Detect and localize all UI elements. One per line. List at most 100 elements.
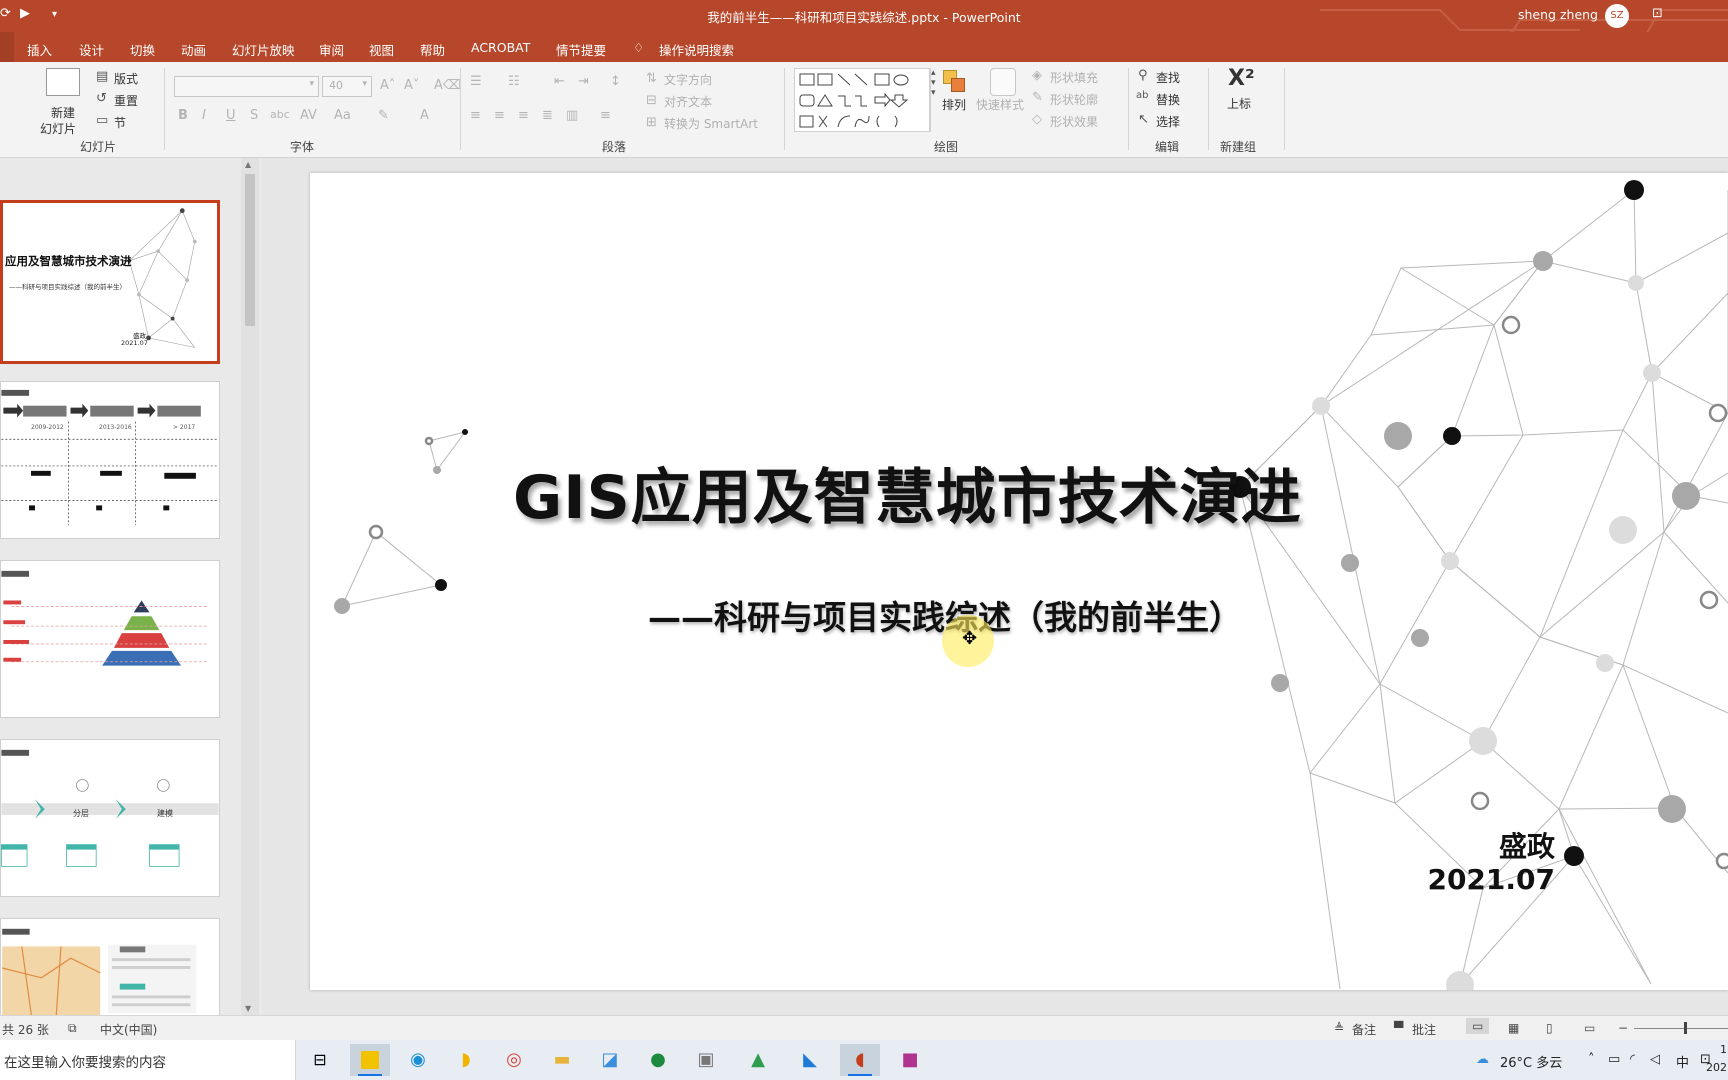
- file-explorer-icon[interactable]: ▬: [542, 1044, 582, 1076]
- thumbnail-scrollbar[interactable]: ▲ ▼: [241, 158, 259, 1015]
- slide-canvas[interactable]: GIS应用及智慧城市技术演进 ——科研与项目实践综述（我的前半生） 盛政 202…: [310, 173, 1728, 990]
- new-slide-label-1[interactable]: 新建: [51, 104, 75, 121]
- align-center-icon[interactable]: ≡: [494, 108, 505, 123]
- thumbnail-slide-2[interactable]: 2009-2012 2013-2016 > 2017: [0, 381, 220, 539]
- vscode-app-icon[interactable]: ◣: [790, 1044, 830, 1076]
- language-indicator[interactable]: 中文(中国): [100, 1021, 157, 1038]
- tab-file[interactable]: [0, 32, 14, 62]
- reading-view-icon[interactable]: ▯: [1546, 1021, 1553, 1035]
- align-left-icon[interactable]: ≡: [470, 108, 481, 123]
- character-spacing-icon[interactable]: AV: [300, 108, 317, 123]
- tab-view[interactable]: 视图: [369, 40, 394, 59]
- files-app-icon[interactable]: ◗: [446, 1044, 486, 1076]
- convert-smartart-button[interactable]: 转换为 SmartArt: [664, 115, 758, 132]
- justify-icon[interactable]: ≣: [542, 108, 553, 123]
- decrease-font-size-icon[interactable]: A˅: [404, 78, 419, 93]
- zoom-slider-knob[interactable]: [1684, 1022, 1687, 1034]
- shape-effects-button[interactable]: 形状效果: [1050, 113, 1098, 130]
- spell-check-icon[interactable]: ⧉: [68, 1021, 77, 1036]
- tab-acrobat[interactable]: ACROBAT: [471, 40, 530, 55]
- strikethrough-icon[interactable]: abc: [270, 108, 290, 121]
- arrange-icon[interactable]: [943, 70, 965, 92]
- shape-outline-button[interactable]: 形状轮廓: [1050, 91, 1098, 108]
- increase-indent-icon[interactable]: ⇥: [578, 74, 589, 89]
- volume-icon[interactable]: ◁: [1650, 1052, 1660, 1067]
- scrollbar-thumb[interactable]: [245, 174, 255, 326]
- new-slide-icon[interactable]: [46, 68, 80, 96]
- scroll-up-icon[interactable]: ▲: [245, 160, 251, 169]
- sticky-notes-app-icon[interactable]: [350, 1044, 390, 1076]
- superscript-icon[interactable]: X²: [1228, 66, 1255, 91]
- clear-formatting-icon[interactable]: A⌫: [434, 78, 461, 93]
- ime-indicator[interactable]: 中: [1676, 1052, 1689, 1071]
- task-view-icon[interactable]: ⊟: [300, 1044, 340, 1076]
- ribbon-display-options-icon[interactable]: ⊡: [1652, 6, 1663, 21]
- decrease-indent-icon[interactable]: ⇤: [554, 74, 565, 89]
- tray-overflow-icon[interactable]: ˄: [1588, 1052, 1595, 1067]
- slide-author[interactable]: 盛政: [1295, 825, 1555, 865]
- thumbnail-slide-4[interactable]: 分层 建模: [0, 739, 220, 897]
- line-spacing-icon[interactable]: ↕: [610, 74, 621, 89]
- find-button[interactable]: 查找: [1156, 69, 1180, 86]
- bullets-icon[interactable]: ☰: [470, 74, 482, 89]
- slide-date[interactable]: 2021.07: [1295, 863, 1555, 896]
- increase-font-size-icon[interactable]: A˄: [380, 78, 395, 93]
- align-right-icon[interactable]: ≡: [518, 108, 529, 123]
- replace-button[interactable]: 替换: [1156, 91, 1180, 108]
- tab-storyboard[interactable]: 情节提要: [556, 40, 606, 59]
- clock-time[interactable]: 1: [1720, 1043, 1727, 1056]
- shapes-gallery-scroll[interactable]: ▴ ▾ ▾: [930, 68, 942, 132]
- edge-app-icon[interactable]: ◉: [398, 1044, 438, 1076]
- clock-date[interactable]: 202: [1706, 1061, 1727, 1074]
- tab-help[interactable]: 帮助: [420, 40, 445, 59]
- user-avatar[interactable]: SZ: [1605, 4, 1629, 28]
- weather-status[interactable]: 26°C 多云: [1500, 1052, 1562, 1071]
- comments-button[interactable]: 批注: [1412, 1021, 1436, 1038]
- thumbnail-slide-5[interactable]: [0, 918, 220, 1018]
- numbering-icon[interactable]: ☷: [508, 74, 520, 89]
- shape-fill-button[interactable]: 形状填充: [1050, 69, 1098, 86]
- thumbnail-slide-3[interactable]: [0, 560, 220, 718]
- new-slide-label-2[interactable]: 幻灯片: [40, 120, 76, 137]
- zoom-out-icon[interactable]: −: [1618, 1021, 1628, 1035]
- font-family-combo[interactable]: ▾: [174, 76, 319, 97]
- change-case-icon[interactable]: Aa: [334, 108, 351, 123]
- highlight-icon[interactable]: ✎: [378, 108, 389, 123]
- paragraph-align-icon[interactable]: ≡: [600, 108, 611, 123]
- tab-insert[interactable]: 插入: [27, 40, 52, 59]
- tab-review[interactable]: 审阅: [319, 40, 344, 59]
- user-name[interactable]: sheng zheng: [1518, 7, 1598, 22]
- slideshow-icon[interactable]: ▭: [1584, 1021, 1595, 1035]
- tell-me-search[interactable]: 操作说明搜索: [659, 40, 734, 59]
- normal-view-icon[interactable]: ▭: [1466, 1018, 1490, 1034]
- rocket-app-icon[interactable]: ▲: [738, 1044, 778, 1076]
- italic-icon[interactable]: I: [202, 108, 206, 123]
- quick-styles-button[interactable]: 快速样式: [976, 96, 1024, 113]
- layout-button[interactable]: 版式: [114, 70, 138, 87]
- tab-animations[interactable]: 动画: [181, 40, 206, 59]
- bold-icon[interactable]: B: [178, 108, 188, 123]
- image-viewer-app-icon[interactable]: ▣: [686, 1044, 726, 1076]
- network-icon[interactable]: ◜: [1630, 1052, 1635, 1067]
- chrome-app-icon[interactable]: ◎: [494, 1044, 534, 1076]
- zoom-slider[interactable]: [1634, 1028, 1728, 1029]
- thumbnail-slide-1[interactable]: 应用及智慧城市技术演进 ——科研与项目实践综述（我的前半生） 盛政 2021.0…: [0, 200, 220, 364]
- text-shadow-icon[interactable]: S: [250, 108, 258, 123]
- tab-slideshow[interactable]: 幻灯片放映: [232, 40, 295, 59]
- quick-styles-icon[interactable]: [990, 68, 1016, 96]
- teams-app-icon[interactable]: ■: [890, 1044, 930, 1076]
- taskbar-search[interactable]: 在这里输入你要搜索的内容: [0, 1040, 296, 1080]
- shapes-gallery[interactable]: [794, 68, 930, 132]
- tab-design[interactable]: 设计: [79, 40, 104, 59]
- select-button[interactable]: 选择: [1156, 113, 1180, 130]
- font-color-icon[interactable]: A: [420, 108, 429, 123]
- superscript-button[interactable]: 上标: [1227, 95, 1251, 112]
- underline-icon[interactable]: U: [226, 108, 236, 123]
- arrange-button[interactable]: 排列: [942, 96, 966, 113]
- slide-sorter-icon[interactable]: ▦: [1508, 1021, 1519, 1035]
- align-text-button[interactable]: 对齐文本: [664, 93, 712, 110]
- reset-button[interactable]: 重置: [114, 92, 138, 109]
- notes-button[interactable]: 备注: [1352, 1021, 1376, 1038]
- tab-transitions[interactable]: 切换: [130, 40, 155, 59]
- font-size-combo[interactable]: 40 ▾: [322, 76, 372, 97]
